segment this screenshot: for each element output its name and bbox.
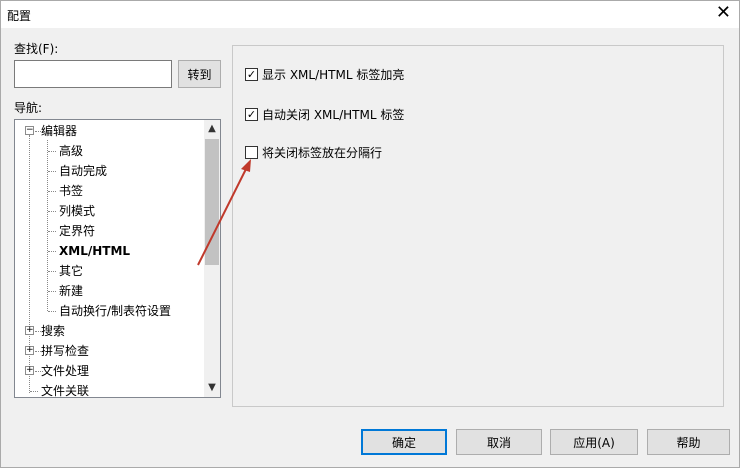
annotation-arrow xyxy=(197,159,251,266)
annotation-arrow-head xyxy=(241,159,251,172)
cancel-button[interactable]: 取消 xyxy=(456,429,542,455)
help-button[interactable]: 帮助 xyxy=(647,429,730,455)
config-dialog: 配置 ✕ 查找(F): 转到 导航: − 编辑器 高级 自动完成 书签 列模式 … xyxy=(0,0,740,468)
ok-button[interactable]: 确定 xyxy=(361,429,447,455)
apply-button[interactable]: 应用(A) xyxy=(550,429,638,455)
annotation-arrow-line xyxy=(197,166,248,266)
